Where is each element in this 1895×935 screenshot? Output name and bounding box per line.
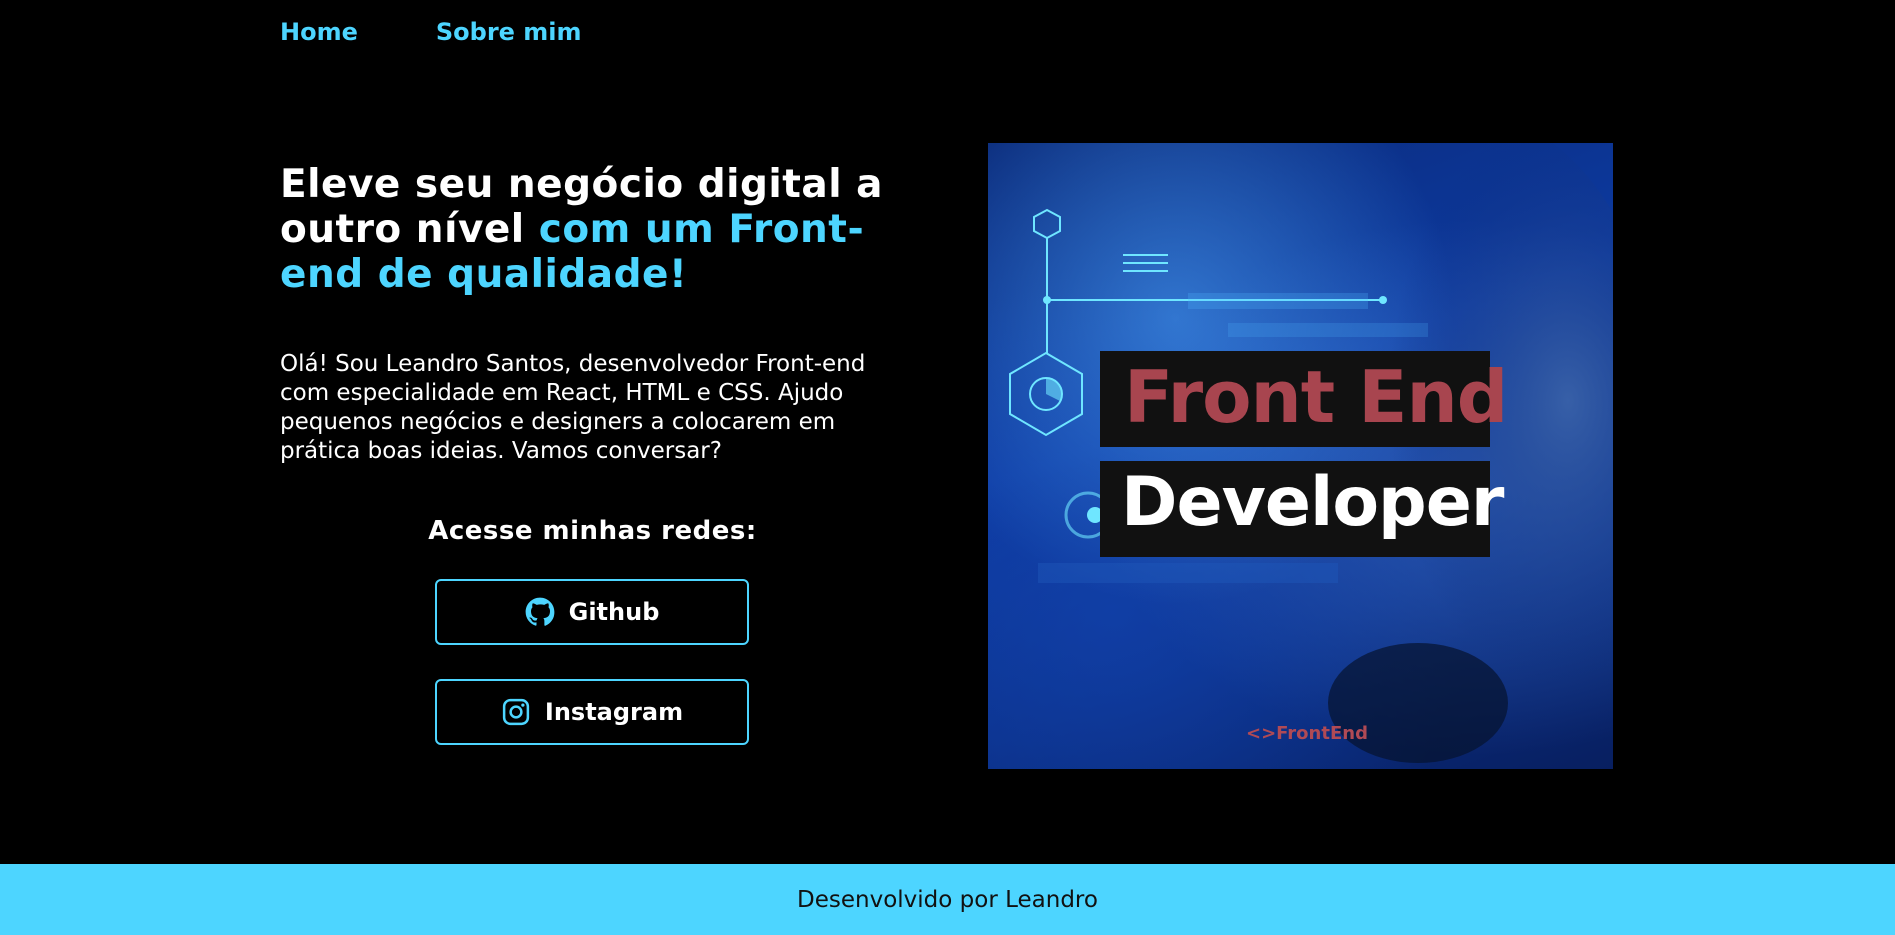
social-title: Acesse minhas redes:: [428, 516, 757, 546]
intro-paragraph: Olá! Sou Leandro Santos, desenvolvedor F…: [280, 351, 866, 464]
image-title-line1: Front End: [1124, 355, 1508, 439]
image-title-line2: Developer: [1121, 463, 1504, 542]
nav-home-link[interactable]: Home: [280, 18, 358, 46]
tech-overlay-graphic: [1009, 143, 1613, 763]
github-button-label: Github: [568, 598, 660, 626]
top-nav: Home Sobre mim: [280, 18, 582, 46]
instagram-icon: [501, 697, 531, 727]
footer: Desenvolvido por Leandro: [0, 864, 1895, 935]
hero-headline: Eleve seu negócio digital a outro nível …: [280, 162, 920, 297]
instagram-button-label: Instagram: [544, 698, 684, 726]
github-icon: [525, 597, 555, 627]
footer-text: Desenvolvido por Leandro: [797, 886, 1098, 913]
github-button[interactable]: Github: [435, 579, 749, 645]
hero-text: Eleve seu negócio digital a outro nível …: [280, 162, 920, 297]
instagram-button[interactable]: Instagram: [435, 679, 749, 745]
nav-about-link[interactable]: Sobre mim: [436, 18, 582, 46]
hero-image: Front End Developer <>FrontEnd: [988, 143, 1613, 769]
image-brand-mark: <>FrontEnd: [1246, 723, 1368, 744]
